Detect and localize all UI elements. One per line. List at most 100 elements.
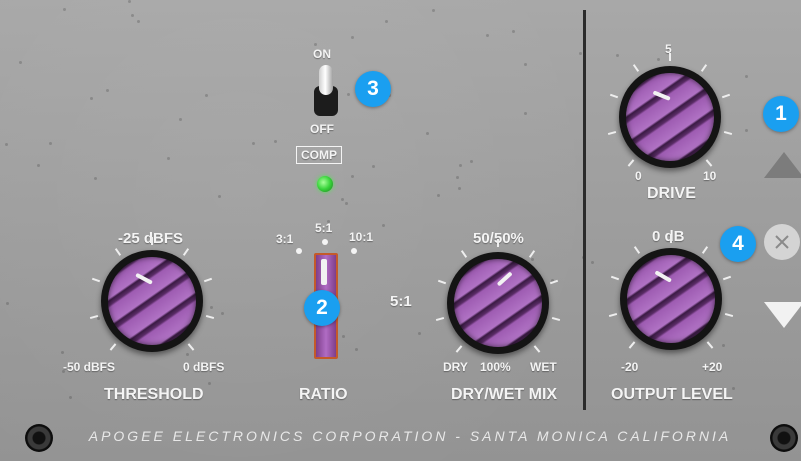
texture-speck [355,348,358,351]
texture-speck [341,198,344,201]
knob-tick [151,237,153,245]
knob-tick [629,341,636,349]
texture-speck [106,89,109,92]
texture-speck [385,20,388,23]
knob-tick [722,94,731,99]
texture-speck [210,306,213,309]
output-level-knob[interactable] [620,248,722,350]
texture-speck [5,143,8,146]
knob-tick [702,245,709,254]
badge-4: 4 [720,226,756,262]
texture-speck [274,140,277,143]
threshold-knob[interactable] [101,250,203,352]
texture-speck [179,118,182,121]
texture-speck [167,157,170,160]
output-min-label: -20 [621,360,639,374]
comp-toggle-switch[interactable] [311,65,341,122]
badge-3: 3 [355,71,391,107]
texture-speck [657,58,660,61]
right-screw [770,424,798,452]
output-max-label: +20 [702,360,723,374]
drive-min-label: 0 [635,169,642,183]
knob-tick [497,239,499,247]
knob-tick [114,247,121,256]
texture-speck [745,75,748,78]
knob-tick [610,276,619,281]
texture-speck [524,63,527,66]
texture-speck [351,175,354,178]
texture-speck [131,14,134,17]
output-value: 0 dB [652,228,685,245]
footer-text: APOGEE ELECTRONICS CORPORATION - SANTA M… [88,428,732,444]
drive-knob[interactable] [619,66,721,168]
texture-speck [458,187,461,190]
threshold-label: THRESHOLD [104,386,204,403]
knob-tick [723,276,732,281]
triangle-down-icon[interactable] [764,302,801,328]
badge-1: 1 [763,96,799,132]
ratio-option-10-1: 10:1 [349,230,374,244]
knob-tick [550,280,559,285]
dry-wet-mix-knob[interactable] [447,252,549,354]
texture-speck [37,164,40,167]
knob-tick [529,249,536,258]
texture-speck [128,0,131,3]
drive-max-label: 10 [703,169,717,183]
ratio-dot-3-1 [296,248,302,254]
close-button[interactable] [764,224,800,260]
texture-speck [722,344,725,347]
texture-speck [459,164,462,167]
knob-tick [608,312,618,317]
texture-speck [205,94,208,97]
knob-tick [460,249,467,258]
output-level-label: OUTPUT LEVEL [611,386,733,403]
knob-tick [204,278,213,283]
texture-speck [512,30,515,33]
texture-speck [372,165,375,168]
ratio-option-5-1: 5:1 [315,221,333,235]
texture-speck [347,93,350,96]
texture-speck [90,97,93,100]
knob-tick [609,94,618,99]
texture-speck [345,202,348,205]
ratio-slider-handle[interactable] [321,259,327,285]
left-screw [25,424,53,452]
knob-tick [628,159,635,167]
texture-speck [137,20,140,23]
knob-tick [632,63,639,72]
texture-speck [63,8,66,11]
texture-speck [418,332,421,335]
texture-speck [6,302,9,305]
texture-speck [186,353,189,356]
knob-tick [723,130,733,135]
texture-speck [486,34,489,37]
threshold-min-label: -50 dBFS [63,360,116,374]
triangle-up-icon[interactable] [764,152,801,178]
texture-speck [531,258,534,261]
texture-speck [470,160,473,163]
ratio-dot-10-1 [351,248,357,254]
knob-tick [533,345,540,353]
ratio-label: RATIO [299,386,348,403]
knob-tick [706,341,713,349]
texture-speck [218,195,221,198]
texture-speck [252,142,255,145]
knob-tick [633,245,640,254]
knob-tick [110,343,117,351]
knob-tick [456,345,463,353]
texture-speck [437,194,440,197]
texture-speck [579,52,582,55]
compressor-panel: ON OFF COMP 3 -25 dBFS -50 dBFS 0 dBFS T… [0,0,801,461]
texture-speck [208,382,211,385]
knob-tick [701,63,708,72]
knob-tick [183,247,190,256]
comp-status-led [317,176,333,192]
knob-tick [435,316,445,321]
threshold-max-label: 0 dBFS [183,360,225,374]
texture-speck [351,36,354,39]
knob-tick [187,343,194,351]
badge-2: 2 [304,290,340,326]
knob-tick [437,280,446,285]
texture-speck [94,177,97,180]
knob-tick [607,130,617,135]
